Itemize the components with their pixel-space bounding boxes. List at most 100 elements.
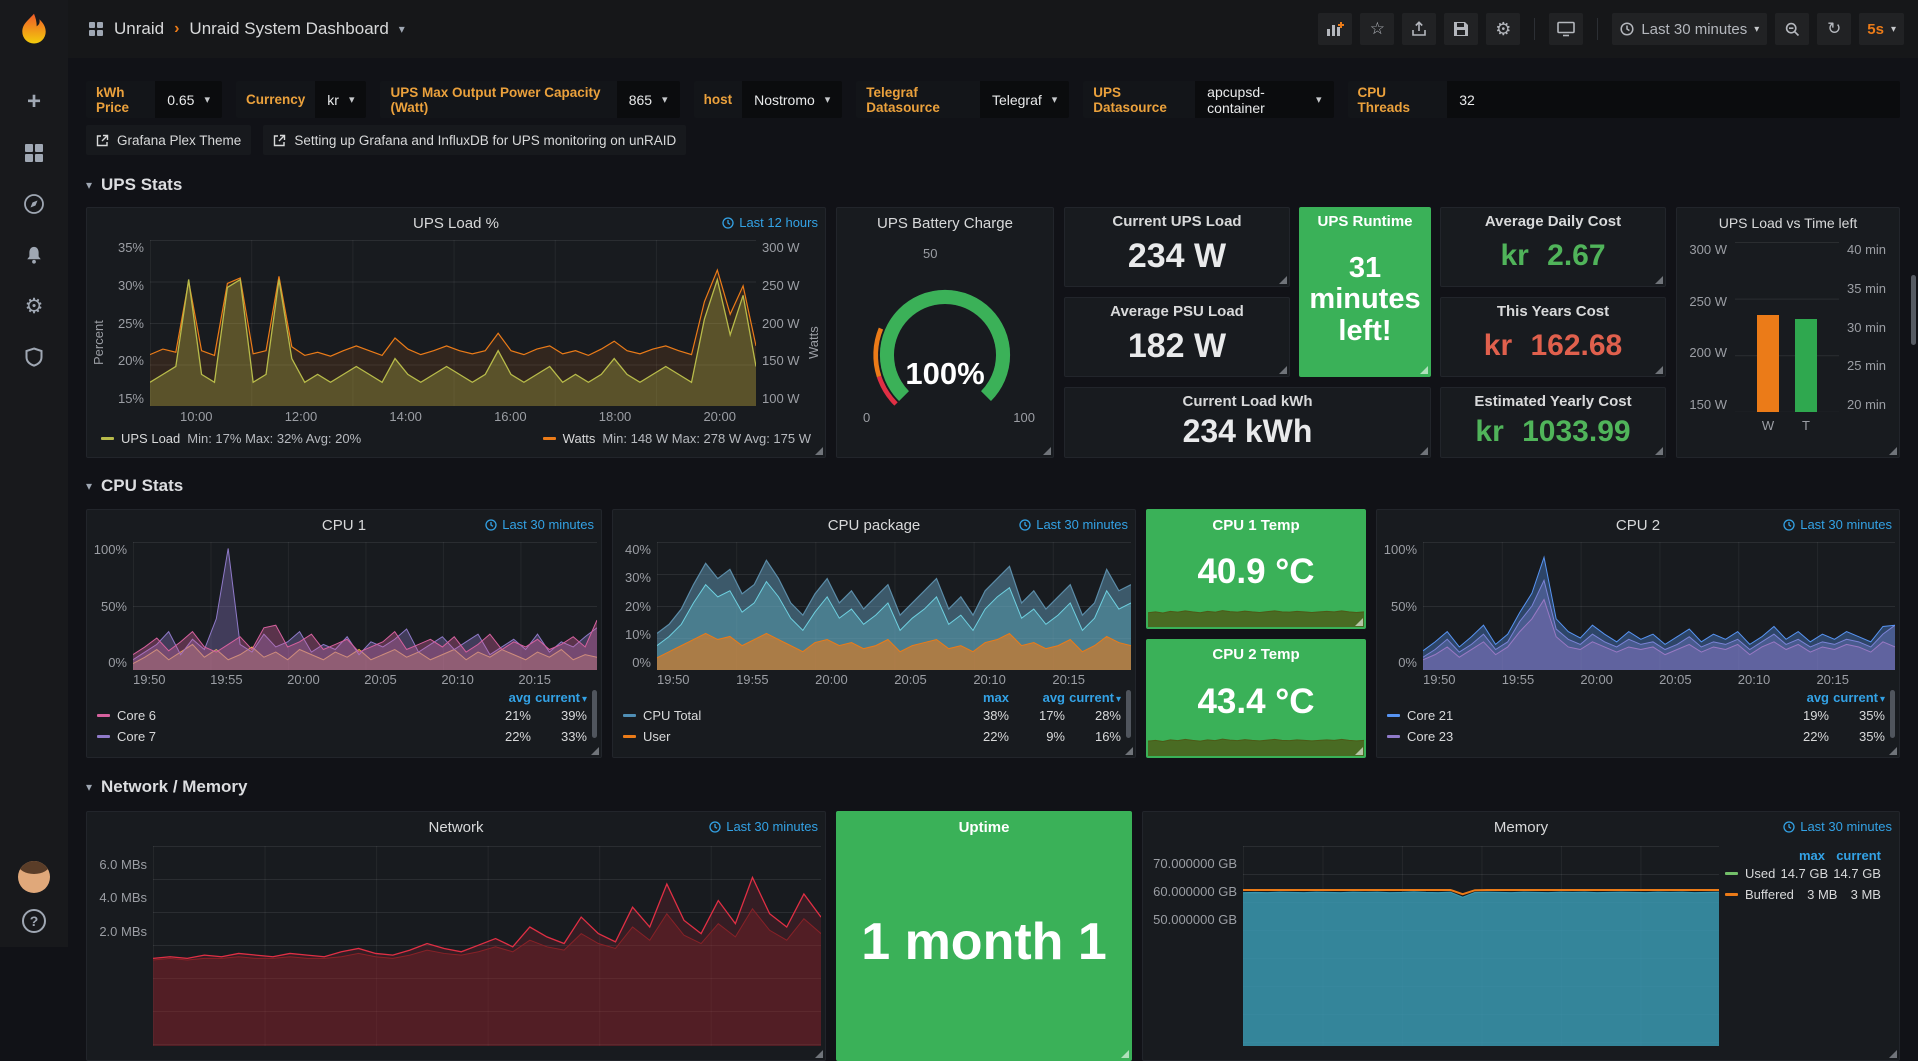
link-grafana-plex-theme[interactable]: Grafana Plex Theme: [86, 125, 251, 155]
variable-value-dropdown[interactable]: apcupsd-container▾: [1195, 81, 1333, 118]
stat-title[interactable]: Average PSU Load: [1065, 303, 1289, 320]
section-header-ups-stats[interactable]: ▾ UPS Stats: [86, 175, 1900, 195]
legend-col-header[interactable]: current▾: [1065, 690, 1121, 705]
legend-value: 22%: [1773, 729, 1829, 744]
clock-icon: [1019, 519, 1031, 531]
chevron-down-icon: ▾: [204, 93, 210, 106]
legend-series-name[interactable]: CPU Total: [643, 708, 701, 723]
y-axis-left: 300 W250 W200 W150 W: [1685, 242, 1727, 434]
stat-title[interactable]: UPS Runtime: [1300, 213, 1430, 230]
panel-title[interactable]: Network: [428, 819, 483, 836]
user-avatar[interactable]: [18, 861, 50, 893]
panel-title[interactable]: CPU package: [828, 517, 921, 534]
refresh-interval-picker[interactable]: 5s ▾: [1859, 13, 1904, 45]
stat-title[interactable]: Average Daily Cost: [1441, 213, 1665, 230]
legend-col-header[interactable]: avg: [475, 690, 531, 705]
legend-col-header[interactable]: current▾: [1829, 690, 1885, 705]
variable-ups-datasource: UPS Datasource apcupsd-container▾: [1083, 81, 1333, 118]
cpu1-chart[interactable]: [133, 542, 597, 670]
apps-grid-icon[interactable]: [88, 21, 104, 37]
explore-compass-icon[interactable]: [22, 192, 46, 216]
grafana-logo-icon[interactable]: [16, 12, 52, 48]
star-dashboard-button[interactable]: ☆: [1360, 13, 1394, 45]
refresh-button[interactable]: ↻: [1817, 13, 1851, 45]
breadcrumb-dashboard-title[interactable]: Unraid System Dashboard: [189, 19, 388, 39]
cpu2-chart[interactable]: [1423, 542, 1895, 670]
panel-title[interactable]: UPS Load vs Time left: [1719, 215, 1858, 231]
legend-scrollbar[interactable]: [1126, 690, 1131, 738]
dashboards-grid-icon[interactable]: [22, 141, 46, 165]
stat-title[interactable]: Current Load kWh: [1065, 393, 1430, 410]
create-plus-icon[interactable]: +: [22, 90, 46, 114]
ups-load-time-bars[interactable]: WT: [1735, 242, 1839, 412]
panel-title[interactable]: Memory: [1494, 819, 1548, 836]
panel-title[interactable]: CPU 1: [322, 517, 366, 534]
stat-title[interactable]: This Years Cost: [1441, 303, 1665, 320]
variable-value-dropdown[interactable]: 865▾: [617, 81, 680, 118]
section-header-network-memory[interactable]: ▾ Network / Memory: [86, 777, 1900, 797]
zoom-out-button[interactable]: [1775, 13, 1809, 45]
panel-current-ups-load: Current UPS Load 234 W: [1064, 207, 1290, 287]
legend-col-header[interactable]: max: [1769, 848, 1825, 863]
legend-series-name[interactable]: Used: [1745, 866, 1775, 881]
chevron-down-icon: ▾: [662, 93, 668, 106]
legend-col-header[interactable]: current: [1825, 848, 1881, 863]
stat-title[interactable]: Estimated Yearly Cost: [1441, 393, 1665, 410]
panel-title[interactable]: CPU 2: [1616, 517, 1660, 534]
legend-series-name[interactable]: Core 7: [117, 729, 156, 744]
cpu-threads-input[interactable]: 32: [1447, 81, 1900, 118]
legend-series-name[interactable]: Core 21: [1407, 708, 1453, 723]
legend-series-name[interactable]: Watts: [563, 431, 596, 446]
dashboard-settings-gear-icon[interactable]: ⚙: [1486, 13, 1520, 45]
network-chart[interactable]: [153, 846, 821, 1046]
variable-value-dropdown[interactable]: Telegraf▾: [980, 81, 1069, 118]
variable-value-dropdown[interactable]: Nostromo▾: [742, 81, 842, 118]
legend-col-header[interactable]: current▾: [531, 690, 587, 705]
y-axis-left: 100%50%0%: [1381, 542, 1423, 688]
cycle-view-monitor-icon[interactable]: [1549, 13, 1583, 45]
section-header-cpu-stats[interactable]: ▾ CPU Stats: [86, 476, 1900, 496]
variable-value-dropdown[interactable]: 0.65▾: [155, 81, 222, 118]
page-scrollbar[interactable]: [1911, 275, 1916, 345]
legend-value: 17%: [1009, 708, 1065, 723]
panel-title[interactable]: Uptime: [959, 819, 1010, 836]
panel-title[interactable]: CPU 1 Temp: [1212, 517, 1299, 534]
variable-cpu-threads: CPU Threads 32: [1348, 81, 1901, 118]
configuration-gear-icon[interactable]: ⚙: [22, 294, 46, 318]
legend-scrollbar[interactable]: [592, 690, 597, 738]
stat-title[interactable]: Current UPS Load: [1065, 213, 1289, 230]
panel-title[interactable]: UPS Load %: [413, 215, 499, 232]
legend-series-name[interactable]: Core 23: [1407, 729, 1453, 744]
variable-value-dropdown[interactable]: kr▾: [315, 81, 366, 118]
gauge-arc: [842, 261, 1048, 421]
panel-title[interactable]: UPS Battery Charge: [877, 215, 1013, 232]
breadcrumb-root[interactable]: Unraid: [114, 19, 164, 39]
time-range-picker[interactable]: Last 30 minutes ▾: [1612, 13, 1767, 45]
stat-value: kr 1033.99: [1441, 410, 1665, 457]
legend-series-name[interactable]: UPS Load: [121, 431, 180, 446]
legend-row: Buffered 3 MB 3 MB: [1725, 884, 1881, 905]
share-dashboard-button[interactable]: [1402, 13, 1436, 45]
alerting-bell-icon[interactable]: [22, 243, 46, 267]
memory-chart[interactable]: [1243, 846, 1719, 1046]
legend-series-name[interactable]: Core 6: [117, 708, 156, 723]
cpu-package-chart[interactable]: [657, 542, 1131, 670]
save-dashboard-button[interactable]: [1444, 13, 1478, 45]
legend-scrollbar[interactable]: [1890, 690, 1895, 738]
add-panel-button[interactable]: [1318, 13, 1352, 45]
admin-shield-icon[interactable]: [22, 345, 46, 369]
legend-series-name[interactable]: User: [643, 729, 670, 744]
chevron-down-icon[interactable]: ▾: [399, 22, 405, 36]
panel-title[interactable]: CPU 2 Temp: [1212, 646, 1299, 663]
legend-col-header[interactable]: max: [953, 690, 1009, 705]
chevron-down-icon: ▾: [86, 178, 92, 192]
variable-telegraf-datasource: Telegraf Datasource Telegraf▾: [856, 81, 1069, 118]
link-ups-monitoring-guide[interactable]: Setting up Grafana and InfluxDB for UPS …: [263, 125, 686, 155]
legend-col-header[interactable]: avg: [1009, 690, 1065, 705]
help-icon[interactable]: ?: [22, 909, 46, 933]
stat-value: 1 month 1: [837, 912, 1131, 972]
x-axis: 10:0012:0014:0016:0018:0020:00: [150, 406, 756, 426]
legend-col-header[interactable]: avg: [1773, 690, 1829, 705]
legend-series-name[interactable]: Buffered: [1745, 887, 1794, 902]
ups-load-chart[interactable]: [150, 240, 756, 406]
